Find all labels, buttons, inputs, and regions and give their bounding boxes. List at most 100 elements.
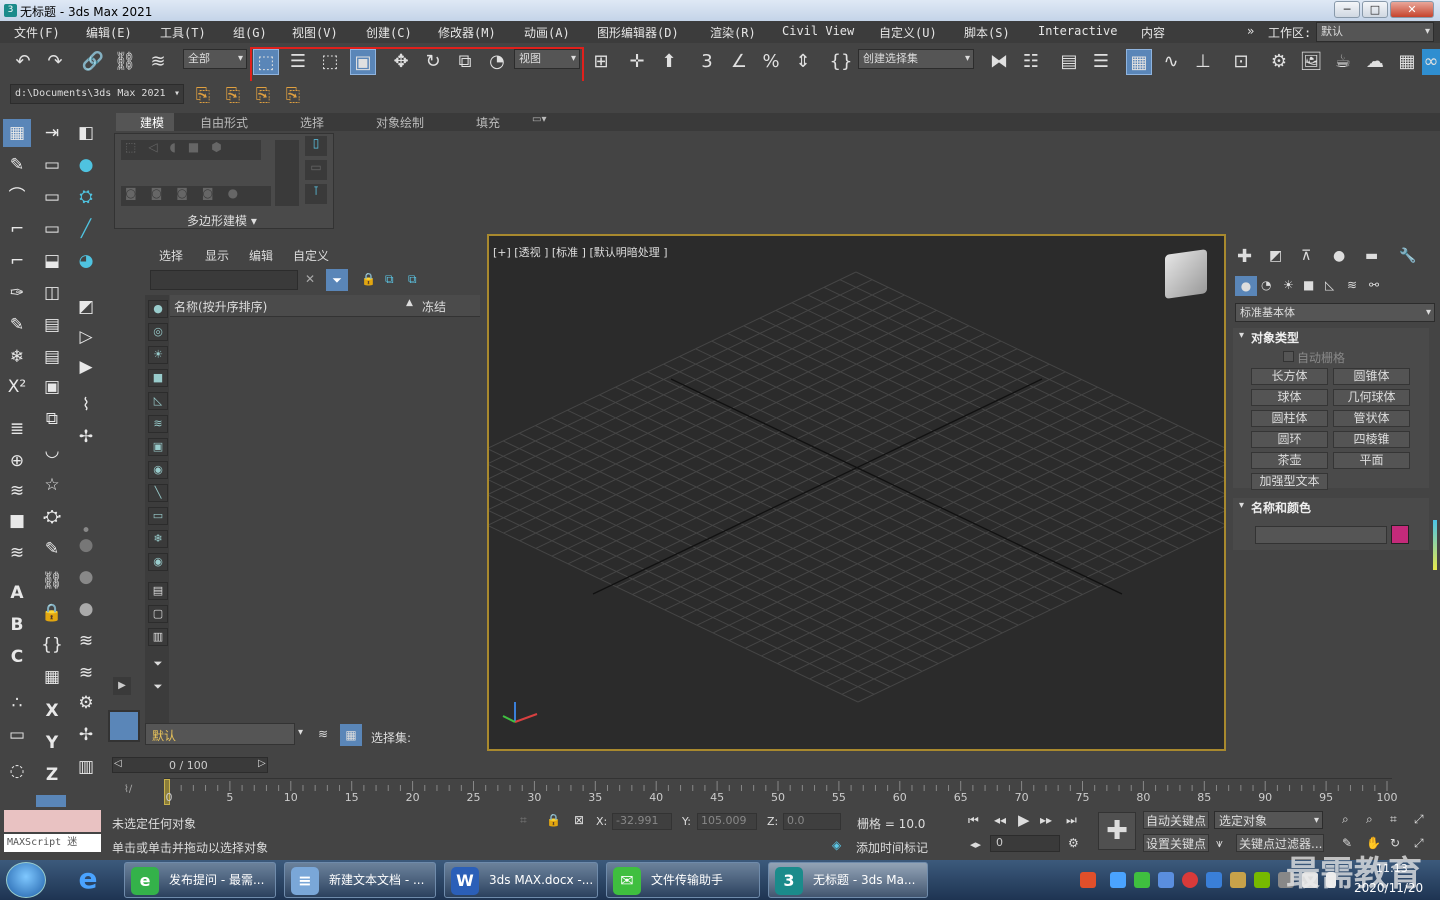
menu-file[interactable]: 文件(F) xyxy=(14,24,60,41)
menu-rendering[interactable]: 渲染(R) xyxy=(710,24,756,41)
menu-modifiers[interactable]: 修改器(M) xyxy=(438,24,496,41)
col-frozen-header[interactable]: 冻结 xyxy=(422,298,446,315)
modeling-tools-row-1[interactable]: ⬚◁◖■⬢ xyxy=(121,140,261,160)
camera-helper-icon[interactable]: ◫ xyxy=(38,279,66,307)
layers-stack-icon[interactable]: ≋ xyxy=(318,727,328,741)
snapshot-icon[interactable]: ◧ xyxy=(72,119,100,147)
layer-gear-icon[interactable]: ⚙ xyxy=(72,689,100,717)
record-tool-icon[interactable]: ▶ xyxy=(72,353,100,381)
menu-interactive[interactable]: Interactive xyxy=(1038,24,1117,38)
lock-filter-icon[interactable]: 🔒 xyxy=(361,272,376,286)
time-tag-icon[interactable]: ◈ xyxy=(832,838,841,852)
render-in-cloud-icon[interactable]: ▦ xyxy=(1394,49,1420,75)
time-next-icon[interactable]: ▷ xyxy=(258,758,266,769)
autogrid-checkbox[interactable] xyxy=(1283,351,1294,362)
xref-scene-icon[interactable]: X² xyxy=(3,373,31,401)
ribbon-options-icon[interactable]: ▭▾ xyxy=(532,114,546,125)
time-prev-icon[interactable]: ◁ xyxy=(114,758,122,769)
sphere-gray-1-icon[interactable]: ● xyxy=(72,531,100,559)
create-project-icon[interactable]: ⎘ xyxy=(220,83,246,109)
col-name-header[interactable]: 名称(按升序排序) xyxy=(174,298,267,315)
goto-start-icon[interactable]: ⏮ xyxy=(968,813,979,828)
tube-button[interactable]: 管状体 xyxy=(1333,410,1410,427)
object-name-input[interactable] xyxy=(1255,526,1387,544)
align-dots-icon[interactable]: ∴ xyxy=(3,689,31,717)
x-coordinate-field[interactable]: -32.991 xyxy=(612,813,672,830)
star-icon[interactable]: ☆ xyxy=(38,471,66,499)
mirror-icon[interactable]: ⧓ xyxy=(986,49,1012,75)
mesh-tool-icon[interactable]: ⇥ xyxy=(38,119,66,147)
polygon-modeling-label[interactable]: 多边形建模 ▾ xyxy=(187,212,257,229)
text-a-icon[interactable]: A xyxy=(3,579,31,607)
project-path-dropdown[interactable]: d:\Documents\3ds Max 2021 xyxy=(10,84,184,104)
tray-weibo-icon[interactable] xyxy=(1182,872,1198,888)
project-settings-icon[interactable]: ⎘ xyxy=(280,83,306,109)
tab-populate[interactable]: 填充 xyxy=(476,114,500,131)
text-b-icon[interactable]: B xyxy=(3,611,31,639)
sphere-tool-icon[interactable]: ◕ xyxy=(72,247,100,275)
create-tab-icon[interactable]: ✚ xyxy=(1237,246,1252,267)
teapot-button[interactable]: 茶壶 xyxy=(1251,452,1328,469)
polygon-mode-1-icon[interactable]: ▯ xyxy=(305,136,327,156)
render-cloud-icon[interactable]: ☁ xyxy=(1362,49,1388,75)
edit-named-selection-icon[interactable]: {} xyxy=(828,49,854,75)
display-tab-icon[interactable]: ▬ xyxy=(1365,248,1378,264)
named-selection-set-dropdown[interactable]: 创建选择集 xyxy=(858,49,974,69)
filter-geometry-icon[interactable]: ● xyxy=(148,300,168,318)
menu-customize[interactable]: 自定义(U) xyxy=(879,24,937,41)
stack-gray-1-icon[interactable]: ≋ xyxy=(72,627,100,655)
filter-groups-icon[interactable]: ▣ xyxy=(148,438,168,456)
filter-bones-icon[interactable]: ╲ xyxy=(148,484,168,502)
primitive-category-dropdown[interactable]: 标准基本体 xyxy=(1235,303,1435,322)
perspective-viewport[interactable]: [+] [透视 ] [标准 ] [默认明暗处理 ] xyxy=(487,234,1226,751)
set-project-icon[interactable]: ⎘ xyxy=(190,83,216,109)
layers-icon[interactable]: ≋ xyxy=(3,477,31,505)
spinner-snap-icon[interactable]: ⇕ xyxy=(790,49,816,75)
taskbar-item-browser[interactable]: e 发布提问 - 最需... xyxy=(124,862,276,898)
menu-create[interactable]: 创建(C) xyxy=(366,24,412,41)
goto-end-icon[interactable]: ⏭ xyxy=(1066,813,1077,828)
network-icon[interactable]: ⛓ xyxy=(38,567,66,595)
unlink-icon[interactable]: ⛓ xyxy=(112,49,138,75)
scene-search-input[interactable] xyxy=(150,270,298,290)
tab-object-paint[interactable]: 对象绘制 xyxy=(376,114,424,131)
filter-helpers-icon[interactable]: ◺ xyxy=(148,392,168,410)
minimize-button[interactable]: ─ xyxy=(1334,1,1360,18)
curve-toggle-icon[interactable]: ⌇∕ xyxy=(124,784,132,795)
select-manipulate-icon[interactable]: ✛ xyxy=(624,49,650,75)
select-tool-icon[interactable]: ▦ xyxy=(3,119,31,147)
selection-filter-dropdown[interactable]: 全部 xyxy=(183,49,247,69)
filter-cameras-icon[interactable]: ■ xyxy=(148,369,168,387)
stack-tool-icon[interactable]: ≋ xyxy=(3,539,31,567)
menu-group[interactable]: 组(G) xyxy=(233,24,267,41)
maximize-button[interactable]: □ xyxy=(1362,1,1388,18)
plus-gray-icon[interactable]: ✢ xyxy=(72,721,100,749)
paint-select-icon[interactable]: ✎ xyxy=(3,151,31,179)
menu-views[interactable]: 视图(V) xyxy=(292,24,338,41)
key-mode-icon[interactable]: ◂▸ xyxy=(970,838,981,851)
keyboard-shortcut-icon[interactable]: ⬆ xyxy=(656,49,682,75)
spacewarps-category-icon[interactable]: ≋ xyxy=(1347,278,1357,292)
list-icon[interactable]: ≣ xyxy=(3,415,31,443)
collapse-rollout-icon[interactable]: ▾ xyxy=(1239,330,1244,341)
undo-icon[interactable]: ↶ xyxy=(10,49,36,75)
name-color-rollout-title[interactable]: 名称和颜色 xyxy=(1251,499,1311,516)
toggle-ribbon-icon[interactable]: ▦ xyxy=(1126,49,1152,75)
tape-icon[interactable]: ⌐ xyxy=(3,247,31,275)
box-button[interactable]: 长方体 xyxy=(1251,368,1328,385)
redo-icon[interactable]: ↷ xyxy=(42,49,68,75)
object-type-rollout-title[interactable]: 对象类型 xyxy=(1251,329,1299,346)
lights-category-icon[interactable]: ☀ xyxy=(1283,278,1294,292)
auto-key-button[interactable]: 自动关键点 xyxy=(1143,811,1209,829)
menu-animation[interactable]: 动画(A) xyxy=(524,24,570,41)
select-all-icon[interactable]: ▤ xyxy=(148,582,168,600)
shape-icon[interactable]: ● xyxy=(72,151,100,179)
render-production-icon[interactable]: ☕ xyxy=(1330,49,1356,75)
square-select-icon[interactable]: ■ xyxy=(3,507,31,535)
set-key-button[interactable]: 设置关键点 xyxy=(1143,834,1209,852)
isolate-icon[interactable]: ⌗ xyxy=(520,813,527,828)
layer-dropdown-arrow-icon[interactable]: ▾ xyxy=(298,727,303,738)
trash-icon[interactable]: ▥ xyxy=(72,753,100,781)
menu-edit[interactable]: 编辑(E) xyxy=(86,24,132,41)
object-color-swatch[interactable] xyxy=(1391,525,1409,544)
